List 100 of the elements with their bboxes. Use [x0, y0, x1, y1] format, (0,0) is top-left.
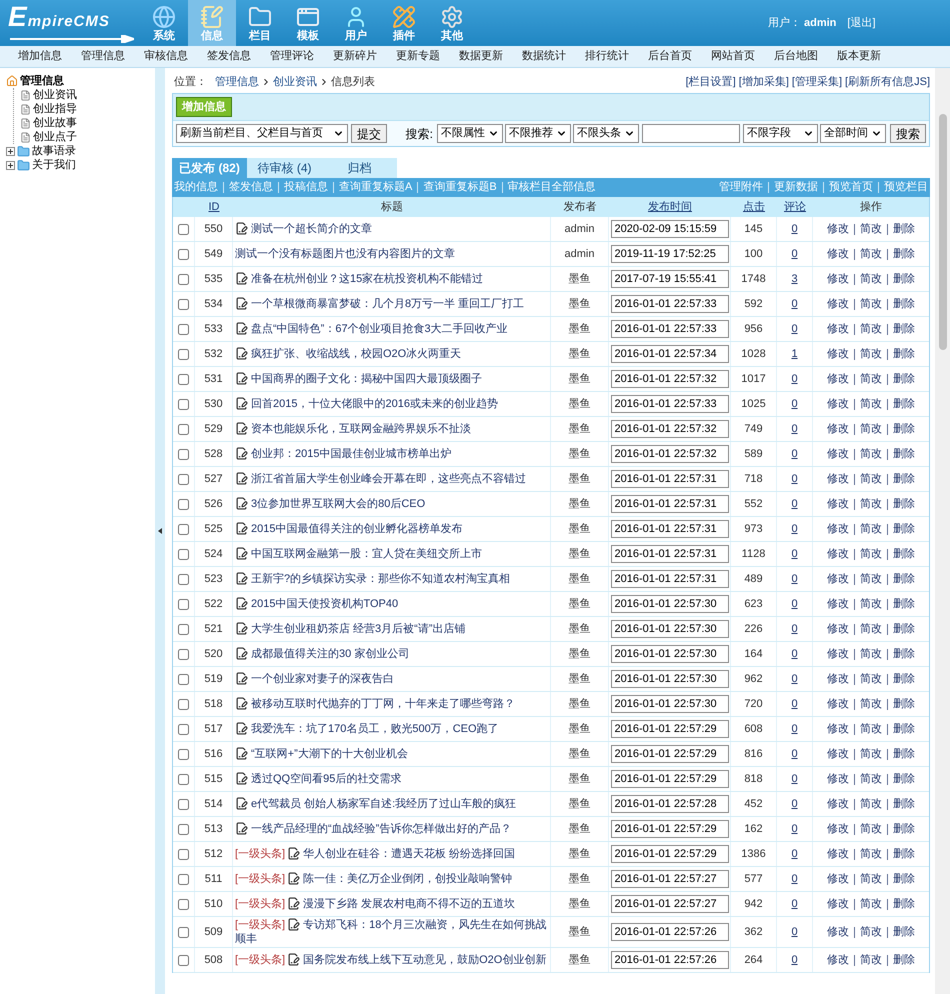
row-action-link[interactable]: 简改 — [860, 952, 882, 968]
menu-item[interactable]: 版本更新 — [837, 48, 881, 65]
row-action-link[interactable]: 简改 — [860, 620, 882, 638]
row-checkbox[interactable] — [178, 824, 189, 834]
row-checkbox[interactable] — [178, 698, 189, 710]
row-checkbox[interactable] — [178, 598, 189, 610]
menu-item[interactable]: 后台首页 — [648, 48, 692, 65]
menu-item[interactable]: 增加信息 — [18, 48, 62, 65]
nav-tab[interactable]: 用户 — [332, 0, 380, 46]
time-field[interactable]: 2016-01-01 22:57:31 — [610, 495, 728, 513]
row-action-link[interactable]: 修改 — [827, 346, 849, 362]
row-checkbox[interactable] — [178, 724, 189, 734]
breadcrumb-link[interactable]: 管理信息 — [215, 74, 259, 90]
title-link[interactable]: 中国互联网金融第一股：宜人贷在美纽交所上市 — [235, 547, 482, 561]
title-link[interactable]: 一线产品经理的“血战经验”告诉你怎样做出好的产品？ — [235, 822, 512, 836]
row-action-link[interactable]: 简改 — [860, 546, 882, 562]
title-link[interactable]: 盘点“中国特色”：67个创业项目抢食3大二手回收产业 — [235, 322, 508, 336]
row-action-link[interactable]: 简改 — [860, 346, 882, 362]
title-link[interactable]: 大学生创业租奶茶店 经营3月后被“请”出店铺 — [235, 622, 466, 636]
row-action-link[interactable]: 删除 — [893, 796, 915, 812]
row-action-link[interactable]: 修改 — [827, 396, 849, 412]
title-link[interactable]: 准备在杭州创业？这15家在杭投资机构不能错过 — [235, 272, 484, 286]
row-action-link[interactable]: 修改 — [827, 696, 849, 712]
column-header[interactable]: 评论 — [784, 198, 806, 216]
row-action-link[interactable]: 删除 — [893, 220, 915, 238]
row-action-link[interactable]: 修改 — [827, 646, 849, 662]
row-action-link[interactable]: 修改 — [827, 546, 849, 562]
menu-item[interactable]: 审核信息 — [144, 48, 188, 65]
row-action-link[interactable]: 修改 — [827, 770, 849, 788]
row-action-link[interactable]: 修改 — [827, 496, 849, 512]
time-field[interactable]: 2016-01-01 22:57:30 — [610, 620, 728, 638]
nav-tab[interactable]: 栏目 — [236, 0, 284, 46]
row-action-link[interactable]: 修改 — [827, 320, 849, 338]
time-field[interactable]: 2016-01-01 22:57:30 — [610, 695, 728, 713]
title-link[interactable]: “互联网+”大潮下的十大创业机会 — [235, 747, 408, 761]
comments-link[interactable]: 0 — [791, 670, 798, 688]
row-checkbox[interactable] — [178, 398, 189, 410]
tree-item[interactable]: 创业故事 — [33, 114, 77, 132]
row-action-link[interactable]: 简改 — [860, 220, 882, 238]
row-action-link[interactable]: 修改 — [827, 296, 849, 312]
title-link[interactable]: 测试一个没有标题图片也没有内容图片的文章 — [235, 247, 455, 261]
menu-item[interactable]: 数据统计 — [522, 48, 566, 65]
time-field[interactable]: 2016-01-01 22:57:34 — [610, 345, 728, 363]
breadcrumb-link[interactable]: 信息列表 — [331, 74, 375, 90]
time-field[interactable]: 2016-01-01 22:57:30 — [610, 670, 728, 688]
top-link[interactable]: [管理采集] — [792, 74, 842, 90]
row-action-link[interactable]: 修改 — [827, 570, 849, 588]
title-link[interactable]: 王新宇?的乡镇探访实录：那些你不知道农村淘宝真相 — [235, 572, 510, 586]
comments-link[interactable]: 0 — [791, 620, 798, 638]
row-action-link[interactable]: 修改 — [827, 820, 849, 838]
row-action-link[interactable]: 删除 — [893, 420, 915, 438]
row-action-link[interactable]: 删除 — [893, 924, 915, 940]
comments-link[interactable]: 0 — [791, 696, 798, 712]
row-checkbox[interactable] — [178, 248, 189, 260]
comments-link[interactable]: 0 — [791, 396, 798, 412]
title-link[interactable]: 资本也能娱乐化，互联网金融跨界娱乐不扯淡 — [235, 422, 471, 436]
submit-button[interactable]: 提交 — [351, 124, 387, 143]
row-action-link[interactable]: 修改 — [827, 370, 849, 388]
row-action-link[interactable]: 简改 — [860, 770, 882, 788]
row-action-link[interactable]: 简改 — [860, 270, 882, 288]
row-action-link[interactable]: 删除 — [893, 596, 915, 612]
row-action-link[interactable]: 简改 — [860, 670, 882, 688]
row-checkbox[interactable] — [178, 498, 189, 510]
comments-link[interactable]: 0 — [791, 570, 798, 588]
nav-tab[interactable]: 系统 — [140, 0, 188, 46]
time-field[interactable]: 2016-01-01 22:57:27 — [610, 895, 728, 913]
time-field[interactable]: 2019-11-19 17:52:25 — [610, 245, 728, 263]
scrollbar-thumb[interactable] — [938, 114, 946, 350]
tree-item[interactable]: 故事语录 — [32, 142, 76, 160]
menu-item[interactable]: 更新碎片 — [333, 48, 377, 65]
filter-select[interactable]: 不限属性 — [437, 124, 503, 143]
row-checkbox[interactable] — [178, 874, 189, 884]
time-field[interactable]: 2016-01-01 22:57:30 — [610, 645, 728, 663]
row-checkbox[interactable] — [178, 574, 189, 584]
title-link[interactable]: [一级头条] 专访郑飞科：18个月三次融资，风先生在如何挑战顺丰 — [235, 918, 548, 946]
row-checkbox[interactable] — [178, 448, 189, 460]
expand-toggle[interactable] — [6, 160, 15, 170]
menu-item[interactable]: 后台地图 — [774, 48, 818, 65]
time-field[interactable]: 2016-01-01 22:57:27 — [610, 870, 728, 888]
row-checkbox[interactable] — [178, 648, 189, 660]
tree-item[interactable]: 关于我们 — [32, 156, 76, 174]
row-action-link[interactable]: 简改 — [860, 446, 882, 462]
time-field[interactable]: 2020-02-09 15:15:59 — [610, 220, 728, 238]
row-action-link[interactable]: 删除 — [893, 470, 915, 488]
row-action-link[interactable]: 简改 — [860, 496, 882, 512]
row-action-link[interactable]: 简改 — [860, 796, 882, 812]
menu-item[interactable]: 排行统计 — [585, 48, 629, 65]
row-action-link[interactable]: 简改 — [860, 646, 882, 662]
comments-link[interactable]: 0 — [791, 596, 798, 612]
row-action-link[interactable]: 修改 — [827, 746, 849, 762]
row-action-link[interactable]: 简改 — [860, 696, 882, 712]
time-field[interactable]: 2016-01-01 22:57:31 — [610, 470, 728, 488]
tab[interactable]: 归档 — [322, 158, 397, 178]
row-action-link[interactable]: 简改 — [860, 420, 882, 438]
row-action-link[interactable]: 修改 — [827, 720, 849, 738]
time-field[interactable]: 2016-01-01 22:57:26 — [610, 951, 728, 969]
title-link[interactable]: 2015中国天使投资机构TOP40 — [235, 597, 398, 611]
search-field[interactable] — [642, 124, 740, 143]
row-action-link[interactable]: 删除 — [893, 346, 915, 362]
row-checkbox[interactable] — [178, 374, 189, 384]
